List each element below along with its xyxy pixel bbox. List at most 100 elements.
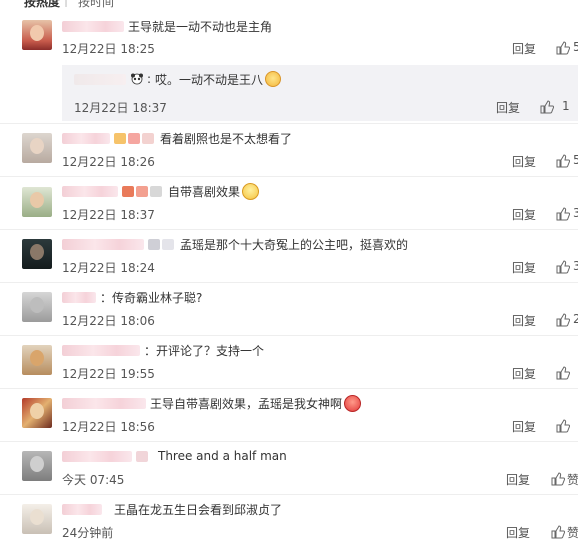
- avatar[interactable]: [22, 133, 52, 163]
- reply-button[interactable]: 回复: [512, 312, 536, 329]
- user-badge: [136, 185, 148, 197]
- like-count: 1: [562, 99, 570, 113]
- colon: :: [147, 72, 152, 86]
- reply-button[interactable]: 回复: [512, 259, 536, 276]
- avatar[interactable]: [22, 398, 52, 428]
- comment-item: 王晶在龙五生日会看到邱淑贞了 24分钟前 回复 赞: [0, 494, 578, 546]
- thumbs-up-icon[interactable]: [540, 100, 554, 114]
- reply-button[interactable]: 回复: [512, 153, 536, 170]
- username-blurred[interactable]: [62, 20, 124, 32]
- thumbs-up-icon[interactable]: [556, 41, 570, 55]
- comment-text: ：传奇霸业林子聪?: [100, 290, 203, 305]
- comment-header: ：开评论了？支持一个: [62, 342, 264, 358]
- reply-button[interactable]: 回复: [512, 418, 536, 435]
- user-badge: [128, 132, 140, 144]
- comment-item: 自带喜剧效果 12月22日 18:37 回复 3: [0, 176, 578, 230]
- comment-text: 王导就是一动不动也是主角: [128, 19, 273, 34]
- tab-sort-time[interactable]: 按时间: [78, 0, 114, 8]
- comment-time: 24分钟前: [62, 526, 114, 540]
- avatar[interactable]: [22, 187, 52, 217]
- comment-item: Three and a half man 今天 07:45 回复 赞: [0, 441, 578, 495]
- comment-time: 今天 07:45: [62, 473, 125, 487]
- like-label: 赞: [567, 526, 578, 540]
- avatar[interactable]: [22, 292, 52, 322]
- comment-time: 12月22日 18:26: [62, 155, 155, 169]
- comment-header: 王晶在龙五生日会看到邱淑贞了: [62, 501, 282, 517]
- user-badge: [150, 185, 162, 197]
- comment-item: 看着剧照也是不太想看了 12月22日 18:26 回复 5: [0, 123, 578, 177]
- comment-time: 12月22日 18:24: [62, 261, 155, 275]
- comment-text: 自带喜剧效果: [168, 184, 241, 199]
- comment-time: 12月22日 19:55: [62, 367, 155, 381]
- avatar[interactable]: [22, 504, 52, 534]
- like-count: 3: [573, 259, 578, 273]
- username-blurred[interactable]: [62, 132, 110, 144]
- user-badge: [148, 238, 160, 250]
- comment-header: 王导就是一动不动也是主角: [62, 18, 272, 34]
- username-blurred[interactable]: [62, 238, 144, 250]
- thumbs-up-icon[interactable]: [556, 313, 570, 327]
- like-count: 5: [573, 153, 578, 167]
- panda-icon: [130, 73, 144, 85]
- username-blurred[interactable]: [62, 344, 140, 356]
- user-badge: [142, 132, 154, 144]
- comment-header: 孟瑶是那个十大奇冤上的公主吧，挺喜欢的: [62, 236, 408, 252]
- like-label: 赞: [567, 473, 578, 487]
- comment-header: 自带喜剧效果: [62, 182, 260, 200]
- username-blurred[interactable]: [62, 397, 146, 409]
- thumbs-up-icon[interactable]: [556, 260, 570, 274]
- comment-item: ：传奇霸业林子聪? 12月22日 18:06 回复 2: [0, 282, 578, 336]
- comment-text: 王导自带喜剧效果，孟瑶是我女神啊: [150, 396, 343, 411]
- avatar[interactable]: [22, 239, 52, 269]
- heart-eyes-face-icon: [344, 394, 362, 412]
- avatar[interactable]: [22, 451, 52, 481]
- username-blurred[interactable]: [74, 73, 126, 85]
- comment-text: 王晶在龙五生日会看到邱淑贞了: [114, 502, 283, 517]
- reply-button[interactable]: 回复: [512, 365, 536, 382]
- reply-button[interactable]: 回复: [506, 524, 530, 541]
- avatar[interactable]: [22, 20, 52, 50]
- comment-header: Three and a half man: [62, 448, 287, 464]
- comment-header: 看着剧照也是不太想看了: [62, 130, 292, 146]
- username-blurred[interactable]: [62, 450, 132, 462]
- user-badge: [114, 132, 126, 144]
- grinning-face-icon: [242, 182, 260, 200]
- comment-time: 12月22日 18:37: [62, 208, 155, 222]
- user-badge: [162, 238, 174, 250]
- sub-reply-text: 哎。一动不动是王八: [155, 72, 264, 87]
- sort-tabs: 按热度 | 按时间: [0, 0, 578, 8]
- thumbs-up-icon[interactable]: [556, 207, 570, 221]
- comment-item: ：开评论了？支持一个 12月22日 19:55 回复: [0, 335, 578, 389]
- avatar[interactable]: [22, 345, 52, 375]
- comment-header: ：传奇霸业林子聪?: [62, 289, 202, 305]
- tab-sort-hot[interactable]: 按热度: [24, 0, 60, 8]
- comment-item: 孟瑶是那个十大奇冤上的公主吧，挺喜欢的 12月22日 18:24 回复 3: [0, 229, 578, 283]
- sub-reply-header: : 哎。一动不动是王八: [74, 71, 282, 87]
- comment-time: 12月22日 18:06: [62, 314, 155, 328]
- tab-divider: |: [64, 0, 69, 7]
- reply-button[interactable]: 回复: [496, 99, 520, 116]
- comment-item: 王导自带喜剧效果，孟瑶是我女神啊 12月22日 18:56 回复: [0, 388, 578, 442]
- username-blurred[interactable]: [62, 291, 96, 303]
- comment-time: 12月22日 18:25: [62, 42, 155, 56]
- thumbs-up-icon[interactable]: [556, 154, 570, 168]
- comment-text: Three and a half man: [158, 449, 287, 463]
- username-blurred[interactable]: [62, 185, 118, 197]
- thumbs-up-icon[interactable]: [551, 525, 565, 539]
- username-blurred[interactable]: [62, 503, 102, 515]
- reply-button[interactable]: 回复: [506, 471, 530, 488]
- user-badge: [136, 450, 148, 462]
- reply-button[interactable]: 回复: [512, 206, 536, 223]
- comment-text: 孟瑶是那个十大奇冤上的公主吧，挺喜欢的: [180, 237, 409, 252]
- laughing-face-icon: [265, 71, 282, 87]
- thumbs-up-icon[interactable]: [556, 419, 570, 433]
- comment-text: ：开评论了？支持一个: [144, 343, 265, 358]
- thumbs-up-icon[interactable]: [556, 366, 570, 380]
- thumbs-up-icon[interactable]: [551, 472, 565, 486]
- reply-button[interactable]: 回复: [512, 40, 536, 57]
- user-badge: [122, 185, 134, 197]
- sub-reply: : 哎。一动不动是王八 12月22日 18:37 回复 1: [62, 65, 578, 121]
- like-count: 3: [573, 206, 578, 220]
- like-count: 5: [573, 40, 578, 54]
- like-count: 2: [573, 312, 578, 326]
